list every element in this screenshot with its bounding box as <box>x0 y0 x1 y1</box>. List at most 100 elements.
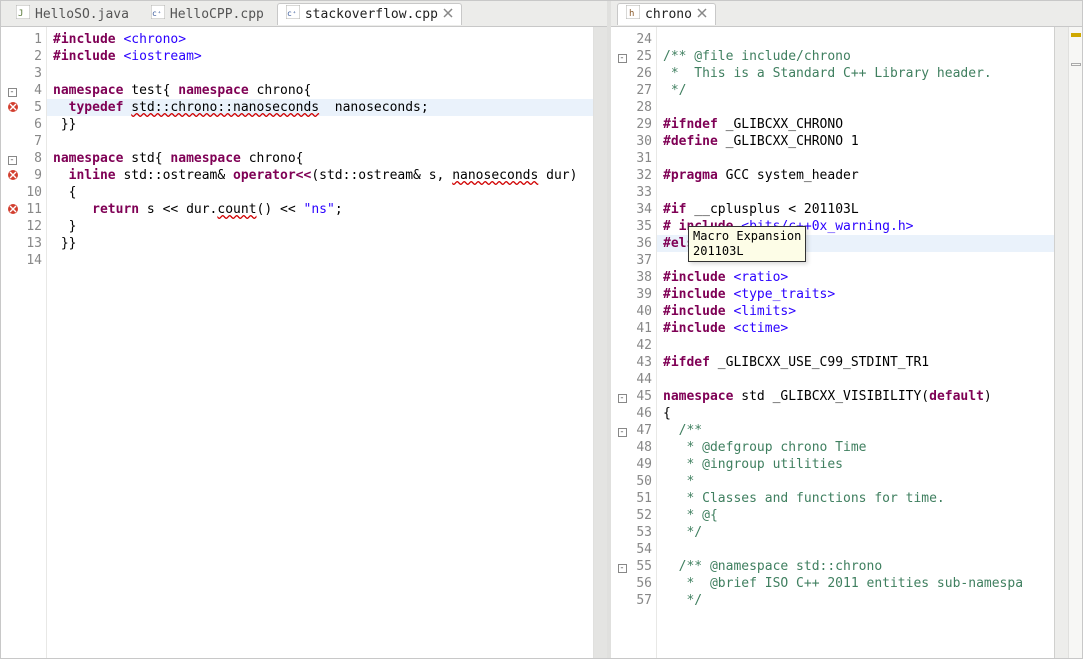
error-marker-icon <box>1 201 21 218</box>
line-number: 45 <box>631 388 652 405</box>
code-line[interactable]: /** @namespace std::chrono <box>663 558 1054 575</box>
code-line[interactable]: * This is a Standard C++ Library header. <box>663 65 1054 82</box>
code-line[interactable] <box>663 184 1054 201</box>
line-number: 12 <box>21 218 42 235</box>
fold-toggle-icon[interactable]: - <box>618 428 627 437</box>
ide-root: JHelloSO.javac⁺HelloCPP.cppc⁺stackoverfl… <box>0 0 1083 659</box>
line-number: 24 <box>631 31 652 48</box>
code-line[interactable]: #ifdef _GLIBCXX_USE_C99_STDINT_TR1 <box>663 354 1054 371</box>
close-icon[interactable] <box>697 7 707 22</box>
code-line[interactable]: * @ingroup utilities <box>663 456 1054 473</box>
line-number: 14 <box>21 252 42 269</box>
line-number: 5 <box>21 99 42 116</box>
code-line[interactable]: { <box>663 405 1054 422</box>
tab-stackoverflow-cpp[interactable]: c⁺ stackoverflow.cpp <box>277 3 462 25</box>
code-line[interactable] <box>53 252 593 269</box>
code-line[interactable]: */ <box>663 524 1054 541</box>
file-icon: c⁺ <box>286 5 300 23</box>
code-line[interactable]: #if __cplusplus < 201103L <box>663 201 1054 218</box>
tab-chrono[interactable]: hchrono <box>617 3 716 25</box>
tab-bar-right: hchrono <box>611 1 1082 27</box>
code-line[interactable]: namespace std{ namespace chrono{ <box>53 150 593 167</box>
code-line[interactable]: */ <box>663 82 1054 99</box>
line-number: 37 <box>631 252 652 269</box>
code-line[interactable]: /** @file include/chrono <box>663 48 1054 65</box>
code-line[interactable]: #include <iostream> <box>53 48 593 65</box>
error-marker-icon <box>1 99 21 116</box>
line-number: 40 <box>631 303 652 320</box>
macro-expansion-tooltip: Macro Expansion 201103L <box>688 226 806 262</box>
code-line[interactable]: * @brief ISO C++ 2011 entities sub-names… <box>663 575 1054 592</box>
code-line[interactable]: #include <limits> <box>663 303 1054 320</box>
svg-text:c⁺: c⁺ <box>152 9 162 18</box>
code-line[interactable]: #pragma GCC system_header <box>663 167 1054 184</box>
code-line[interactable]: * <box>663 473 1054 490</box>
code-line[interactable]: /** <box>663 422 1054 439</box>
line-number: 49 <box>631 456 652 473</box>
code-area-right[interactable]: /** @file include/chrono * This is a Sta… <box>657 27 1054 658</box>
overview-ruler-right[interactable] <box>1068 27 1082 658</box>
fold-toggle-icon[interactable]: - <box>8 156 17 165</box>
code-line[interactable]: * Classes and functions for time. <box>663 490 1054 507</box>
code-line[interactable] <box>663 31 1054 48</box>
code-line[interactable] <box>53 133 593 150</box>
line-number: 52 <box>631 507 652 524</box>
code-line[interactable]: namespace test{ namespace chrono{ <box>53 82 593 99</box>
fold-toggle-icon[interactable]: - <box>8 88 17 97</box>
tab-hellocpp-cpp[interactable]: c⁺HelloCPP.cpp <box>142 3 273 25</box>
code-line[interactable]: * @defgroup chrono Time <box>663 439 1054 456</box>
line-number: 27 <box>631 82 652 99</box>
svg-text:J: J <box>18 9 23 19</box>
code-line[interactable]: */ <box>663 592 1054 609</box>
fold-toggle-icon[interactable]: - <box>618 564 627 573</box>
close-icon[interactable] <box>443 7 453 22</box>
code-line[interactable] <box>663 371 1054 388</box>
code-line[interactable]: #include <ctime> <box>663 320 1054 337</box>
line-number: 29 <box>631 116 652 133</box>
line-number: 32 <box>631 167 652 184</box>
fold-toggle-icon[interactable]: - <box>618 394 627 403</box>
code-line[interactable]: #define _GLIBCXX_CHRONO 1 <box>663 133 1054 150</box>
code-area-left[interactable]: #include <chrono>#include <iostream> name… <box>47 27 593 658</box>
line-number: 4 <box>21 82 42 99</box>
line-number: 10 <box>21 184 42 201</box>
vertical-scrollbar-right[interactable] <box>1054 27 1068 658</box>
editor-pane-left: JHelloSO.javac⁺HelloCPP.cppc⁺stackoverfl… <box>1 1 611 658</box>
code-line[interactable] <box>663 99 1054 116</box>
line-number: 44 <box>631 371 652 388</box>
line-number: 2 <box>21 48 42 65</box>
code-line[interactable]: #include <chrono> <box>53 31 593 48</box>
line-number: 43 <box>631 354 652 371</box>
file-icon: h <box>626 5 640 23</box>
code-line[interactable]: }} <box>53 235 593 252</box>
code-line[interactable] <box>53 65 593 82</box>
line-number: 36 <box>631 235 652 252</box>
tooltip-title: Macro Expansion <box>693 229 801 244</box>
fold-toggle-icon[interactable]: - <box>618 54 627 63</box>
line-number: 8 <box>21 150 42 167</box>
code-line[interactable]: } <box>53 218 593 235</box>
code-line[interactable]: }} <box>53 116 593 133</box>
overview-ruler-left[interactable] <box>593 27 607 658</box>
code-line[interactable]: #include <type_traits> <box>663 286 1054 303</box>
tab-label: stackoverflow.cpp <box>305 7 438 22</box>
code-line[interactable]: #ifndef _GLIBCXX_CHRONO <box>663 116 1054 133</box>
code-line[interactable] <box>663 150 1054 167</box>
code-line[interactable] <box>663 541 1054 558</box>
tab-helloso-java[interactable]: J HelloSO.java <box>7 3 138 25</box>
code-line[interactable] <box>663 337 1054 354</box>
line-number: 54 <box>631 541 652 558</box>
file-icon: c⁺ <box>151 5 165 23</box>
line-number: 57 <box>631 592 652 609</box>
tab-label: HelloSO.java <box>35 7 129 22</box>
code-line[interactable]: #include <ratio> <box>663 269 1054 286</box>
editor-body-right: ---- 24252627282930313233343536373839404… <box>611 27 1082 658</box>
code-line[interactable]: { <box>53 184 593 201</box>
line-number: 48 <box>631 439 652 456</box>
code-line[interactable]: inline std::ostream& operator<<(std::ost… <box>53 167 593 184</box>
code-line[interactable]: namespace std _GLIBCXX_VISIBILITY(defaul… <box>663 388 1054 405</box>
line-number: 3 <box>21 65 42 82</box>
code-line[interactable]: * @{ <box>663 507 1054 524</box>
code-line[interactable]: return s << dur.count() << "ns"; <box>53 201 593 218</box>
code-line[interactable]: typedef std::chrono::nanoseconds nanosec… <box>53 99 593 116</box>
